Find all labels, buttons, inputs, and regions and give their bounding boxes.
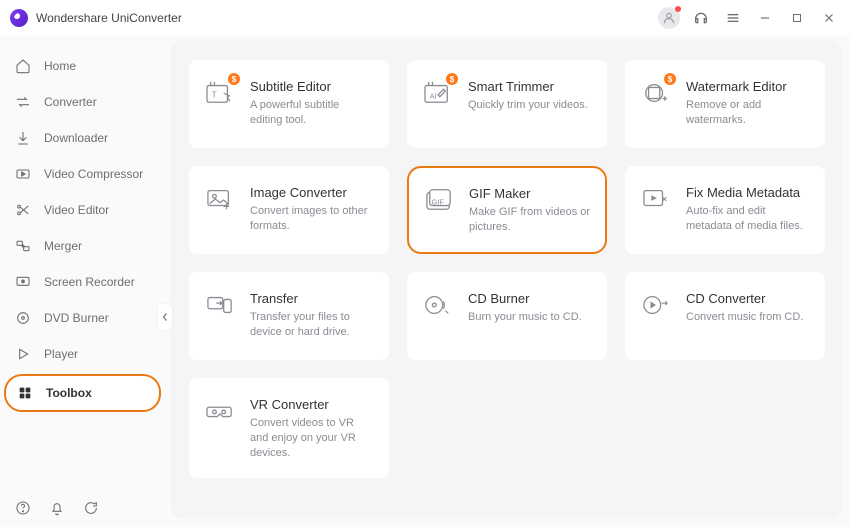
- cd-converter-icon: [640, 291, 672, 319]
- sidebar-item-label: Merger: [44, 239, 82, 253]
- vr-icon: [204, 397, 236, 425]
- sidebar-item-label: Video Editor: [44, 203, 109, 217]
- tool-desc: Convert videos to VR and enjoy on your V…: [250, 416, 374, 461]
- tool-desc: Convert images to other formats.: [250, 204, 374, 234]
- tool-title: Image Converter: [250, 185, 374, 200]
- sidebar-item-screen-recorder[interactable]: Screen Recorder: [0, 266, 167, 298]
- sidebar-item-toolbox[interactable]: Toolbox: [4, 374, 161, 412]
- sidebar-item-video-editor[interactable]: Video Editor: [0, 194, 167, 226]
- tool-title: GIF Maker: [469, 186, 591, 201]
- tool-desc: A powerful subtitle editing tool.: [250, 98, 374, 128]
- tool-desc: Convert music from CD.: [686, 310, 810, 325]
- record-icon: [14, 273, 32, 291]
- image-icon: [204, 185, 236, 213]
- sidebar-item-downloader[interactable]: Downloader: [0, 122, 167, 154]
- notifications-button[interactable]: [48, 499, 66, 517]
- account-button[interactable]: [658, 7, 680, 29]
- sidebar-item-label: Toolbox: [46, 386, 92, 400]
- tool-card-vr-converter[interactable]: VR Converter Convert videos to VR and en…: [189, 378, 389, 478]
- app-title: Wondershare UniConverter: [36, 11, 182, 25]
- tool-title: Watermark Editor: [686, 79, 810, 94]
- metadata-icon: [640, 185, 672, 213]
- tool-card-transfer[interactable]: Transfer Transfer your files to device o…: [189, 272, 389, 360]
- paid-badge-icon: $: [664, 73, 676, 85]
- sidebar-footer: [0, 489, 167, 527]
- sidebar-item-label: Screen Recorder: [44, 275, 135, 289]
- tool-card-subtitle-editor[interactable]: T $ Subtitle Editor A powerful subtitle …: [189, 60, 389, 148]
- watermark-icon: $: [640, 79, 672, 107]
- titlebar: Wondershare UniConverter: [0, 0, 850, 36]
- tool-title: Fix Media Metadata: [686, 185, 810, 200]
- tool-title: Smart Trimmer: [468, 79, 592, 94]
- tool-card-cd-converter[interactable]: CD Converter Convert music from CD.: [625, 272, 825, 360]
- tool-title: CD Converter: [686, 291, 810, 306]
- sidebar-item-label: Converter: [44, 95, 97, 109]
- scissors-icon: [14, 201, 32, 219]
- toolbox-icon: [16, 384, 34, 402]
- cd-burner-icon: [422, 291, 454, 319]
- tool-desc: Remove or add watermarks.: [686, 98, 810, 128]
- sidebar-item-video-compressor[interactable]: Video Compressor: [0, 158, 167, 190]
- disc-icon: [14, 309, 32, 327]
- transfer-icon: [204, 291, 236, 319]
- minimize-button[interactable]: [754, 7, 776, 29]
- tool-title: CD Burner: [468, 291, 592, 306]
- sidebar-item-label: Video Compressor: [44, 167, 143, 181]
- compressor-icon: [14, 165, 32, 183]
- sidebar: Home Converter Downloader Video Compress…: [0, 36, 167, 527]
- tool-card-watermark-editor[interactable]: $ Watermark Editor Remove or add waterma…: [625, 60, 825, 148]
- tool-desc: Auto-fix and edit metadata of media file…: [686, 204, 810, 234]
- gif-icon: GIF: [423, 186, 455, 214]
- svg-text:AI: AI: [430, 92, 437, 101]
- tool-title: Transfer: [250, 291, 374, 306]
- user-icon: [658, 7, 680, 29]
- toolbox-content: T $ Subtitle Editor A powerful subtitle …: [171, 40, 842, 519]
- sidebar-item-dvd-burner[interactable]: DVD Burner: [0, 302, 167, 334]
- help-button[interactable]: [14, 499, 32, 517]
- sidebar-collapse-button[interactable]: [158, 304, 172, 330]
- tool-desc: Burn your music to CD.: [468, 310, 592, 325]
- feedback-button[interactable]: [82, 499, 100, 517]
- tool-desc: Transfer your files to device or hard dr…: [250, 310, 374, 340]
- tool-card-cd-burner[interactable]: CD Burner Burn your music to CD.: [407, 272, 607, 360]
- home-icon: [14, 57, 32, 75]
- tool-card-smart-trimmer[interactable]: AI $ Smart Trimmer Quickly trim your vid…: [407, 60, 607, 148]
- play-icon: [14, 345, 32, 363]
- sidebar-item-label: Player: [44, 347, 78, 361]
- trimmer-icon: AI $: [422, 79, 454, 107]
- svg-text:T: T: [212, 90, 217, 100]
- tool-card-image-converter[interactable]: Image Converter Convert images to other …: [189, 166, 389, 254]
- sidebar-item-player[interactable]: Player: [0, 338, 167, 370]
- tool-title: VR Converter: [250, 397, 374, 412]
- tool-card-gif-maker[interactable]: GIF GIF Maker Make GIF from videos or pi…: [407, 166, 607, 254]
- tool-desc: Make GIF from videos or pictures.: [469, 205, 591, 235]
- paid-badge-icon: $: [446, 73, 458, 85]
- hamburger-menu-button[interactable]: [722, 7, 744, 29]
- close-button[interactable]: [818, 7, 840, 29]
- sidebar-item-home[interactable]: Home: [0, 50, 167, 82]
- merger-icon: [14, 237, 32, 255]
- converter-icon: [14, 93, 32, 111]
- download-icon: [14, 129, 32, 147]
- sidebar-item-converter[interactable]: Converter: [0, 86, 167, 118]
- maximize-button[interactable]: [786, 7, 808, 29]
- app-logo-icon: [10, 9, 28, 27]
- sidebar-item-label: DVD Burner: [44, 311, 109, 325]
- tool-title: Subtitle Editor: [250, 79, 374, 94]
- sidebar-item-merger[interactable]: Merger: [0, 230, 167, 262]
- support-button[interactable]: [690, 7, 712, 29]
- tool-card-fix-metadata[interactable]: Fix Media Metadata Auto-fix and edit met…: [625, 166, 825, 254]
- tool-desc: Quickly trim your videos.: [468, 98, 592, 113]
- sidebar-item-label: Downloader: [44, 131, 108, 145]
- sidebar-item-label: Home: [44, 59, 76, 73]
- paid-badge-icon: $: [228, 73, 240, 85]
- svg-text:GIF: GIF: [432, 198, 445, 207]
- subtitle-icon: T $: [204, 79, 236, 107]
